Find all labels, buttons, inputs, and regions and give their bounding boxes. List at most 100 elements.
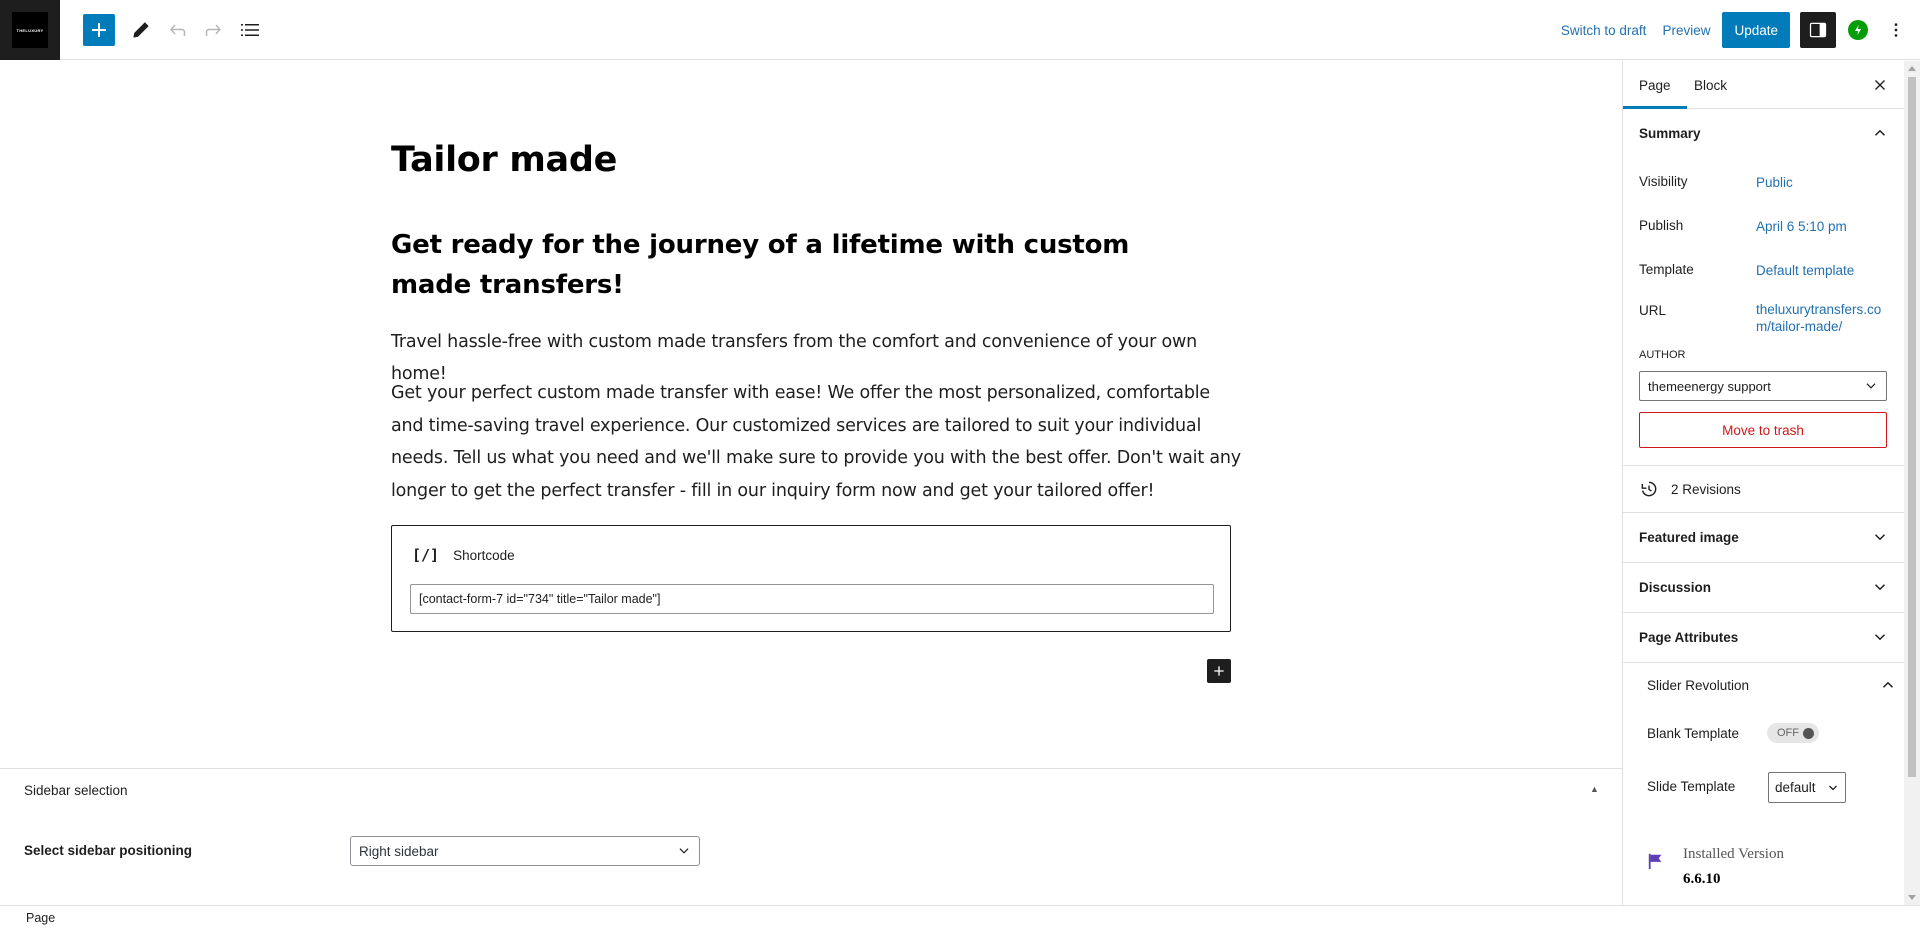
options-menu-button[interactable] bbox=[1878, 12, 1914, 48]
divider bbox=[1623, 662, 1904, 663]
chevron-down-icon bbox=[1874, 634, 1886, 641]
blank-template-label: Blank Template bbox=[1647, 726, 1740, 741]
revisions-label: 2 Revisions bbox=[1671, 481, 1741, 497]
block-inserter-button[interactable] bbox=[1207, 659, 1231, 683]
redo-button[interactable] bbox=[196, 13, 230, 47]
slider-revolution-title: Slider Revolution bbox=[1647, 677, 1750, 693]
chevron-down-icon bbox=[1866, 383, 1876, 389]
settings-toggle-button[interactable] bbox=[1800, 12, 1836, 48]
plus-icon bbox=[1214, 666, 1224, 676]
featured-image-title: Featured image bbox=[1639, 529, 1739, 545]
triangle-up-icon: ▲ bbox=[1590, 784, 1599, 794]
installed-version-info: Installed Version 6.6.10 bbox=[1647, 846, 1784, 888]
pencil-icon bbox=[133, 22, 149, 38]
move-to-trash-button[interactable]: Move to trash bbox=[1639, 412, 1887, 448]
revisions-link[interactable]: 2 Revisions bbox=[1623, 466, 1904, 512]
more-vertical-icon bbox=[1894, 23, 1898, 37]
discussion-panel-toggle[interactable]: Discussion bbox=[1623, 563, 1904, 611]
url-value[interactable]: theluxurytransfers.co m/tailor-made/ bbox=[1756, 301, 1881, 335]
toggle-state-text: OFF bbox=[1777, 727, 1799, 739]
chevron-up-icon bbox=[1882, 681, 1894, 688]
summary-panel-toggle[interactable]: Summary bbox=[1623, 109, 1904, 157]
tab-page[interactable]: Page bbox=[1623, 61, 1687, 109]
jetpack-button[interactable] bbox=[1840, 12, 1876, 48]
installed-version-number: 6.6.10 bbox=[1683, 871, 1721, 887]
switch-to-draft-button[interactable]: Switch to draft bbox=[1553, 12, 1655, 48]
url-value-line: theluxurytransfers.co bbox=[1756, 302, 1882, 317]
url-label: URL bbox=[1639, 303, 1667, 318]
shortcode-label: Shortcode bbox=[453, 547, 515, 563]
jetpack-icon bbox=[1848, 20, 1868, 40]
shortcode-input[interactable] bbox=[410, 584, 1214, 614]
editor-footer: Page bbox=[0, 905, 1920, 929]
undo-button[interactable] bbox=[161, 13, 195, 47]
sidebar-position-label: Select sidebar positioning bbox=[24, 843, 193, 858]
publish-label: Publish bbox=[1639, 218, 1684, 233]
metabox-title: Sidebar selection bbox=[24, 783, 128, 798]
page-attributes-panel-toggle[interactable]: Page Attributes bbox=[1623, 613, 1904, 661]
installed-version-label: Installed Version bbox=[1683, 846, 1784, 862]
metabox-collapse-toggle[interactable]: ▲ bbox=[1590, 784, 1599, 794]
author-select[interactable]: themeenergy support bbox=[1639, 371, 1887, 401]
chevron-down-icon bbox=[1829, 785, 1837, 790]
site-logo-icon: THELUXURY bbox=[12, 12, 48, 48]
block-breadcrumb[interactable]: Page bbox=[26, 911, 55, 925]
template-value[interactable]: Default template bbox=[1756, 262, 1854, 279]
update-button[interactable]: Update bbox=[1722, 12, 1790, 48]
shortcode-icon: [/] bbox=[412, 546, 440, 564]
preview-button[interactable]: Preview bbox=[1654, 12, 1718, 48]
slide-template-label: Slide Template bbox=[1647, 779, 1736, 794]
author-label: AUTHOR bbox=[1639, 349, 1686, 361]
tab-block[interactable]: Block bbox=[1678, 61, 1743, 109]
redo-icon bbox=[205, 24, 221, 36]
site-logo-button[interactable]: THELUXURY bbox=[0, 0, 60, 60]
add-block-button[interactable] bbox=[83, 14, 115, 46]
editor-header: THELUXURY Switch to draft Preview Update bbox=[0, 0, 1920, 60]
slide-template-select[interactable]: default bbox=[1768, 772, 1846, 803]
sidebar-position-select[interactable]: Right sidebar bbox=[350, 836, 700, 866]
scroll-thumb[interactable] bbox=[1908, 77, 1916, 777]
tools-button[interactable] bbox=[124, 13, 158, 47]
plus-icon bbox=[92, 23, 106, 37]
logo-text: THELUXURY bbox=[16, 27, 44, 33]
author-value: themeenergy support bbox=[1648, 378, 1771, 394]
undo-icon bbox=[170, 24, 186, 36]
scroll-up-icon[interactable] bbox=[1908, 66, 1916, 71]
heading-block[interactable]: Get ready for the journey of a lifetime … bbox=[391, 225, 1171, 305]
sidebar-scrollbar[interactable] bbox=[1904, 61, 1920, 905]
slide-template-value: default bbox=[1775, 780, 1816, 795]
visibility-label: Visibility bbox=[1639, 174, 1688, 189]
chevron-down-icon bbox=[1874, 584, 1886, 591]
settings-sidebar: Page Block Summary Visibility Public Pub… bbox=[1622, 61, 1904, 905]
installed-version-text: Installed Version 6.6.10 bbox=[1683, 846, 1784, 888]
sidebar-icon bbox=[1809, 22, 1827, 38]
blank-template-toggle[interactable]: OFF bbox=[1767, 723, 1819, 743]
paragraph-block[interactable]: Get your perfect custom made transfer wi… bbox=[391, 377, 1241, 507]
page-attributes-title: Page Attributes bbox=[1639, 629, 1739, 645]
discussion-title: Discussion bbox=[1639, 579, 1712, 595]
list-view-icon bbox=[241, 24, 259, 36]
flag-icon bbox=[1648, 853, 1662, 870]
publish-date-value[interactable]: April 6 5:10 pm bbox=[1756, 218, 1847, 235]
chevron-down-icon bbox=[679, 848, 689, 854]
visibility-value[interactable]: Public bbox=[1756, 174, 1793, 191]
sidebar-tabs: Page Block bbox=[1623, 61, 1904, 109]
chevron-up-icon bbox=[1874, 129, 1886, 136]
close-icon bbox=[1875, 80, 1885, 90]
toggle-knob bbox=[1803, 727, 1814, 739]
shortcode-block[interactable]: [/] Shortcode bbox=[391, 525, 1231, 632]
editor-canvas: Tailor made Get ready for the journey of… bbox=[0, 61, 1622, 768]
slider-revolution-panel-toggle[interactable]: Slider Revolution bbox=[1647, 676, 1897, 694]
metabox-sidebar-selection: Sidebar selection ▲ Select sidebar posit… bbox=[0, 768, 1622, 905]
chevron-down-icon bbox=[1874, 534, 1886, 541]
shortcode-header: [/] Shortcode bbox=[412, 546, 515, 564]
url-value-line: m/tailor-made/ bbox=[1756, 319, 1843, 334]
summary-title: Summary bbox=[1639, 125, 1701, 141]
scroll-down-icon[interactable] bbox=[1908, 895, 1916, 900]
post-title[interactable]: Tailor made bbox=[391, 140, 617, 180]
sidebar-position-value: Right sidebar bbox=[359, 843, 439, 859]
history-icon bbox=[1641, 481, 1657, 497]
featured-image-panel-toggle[interactable]: Featured image bbox=[1623, 513, 1904, 561]
close-settings-button[interactable] bbox=[1868, 73, 1892, 97]
document-overview-button[interactable] bbox=[233, 13, 267, 47]
